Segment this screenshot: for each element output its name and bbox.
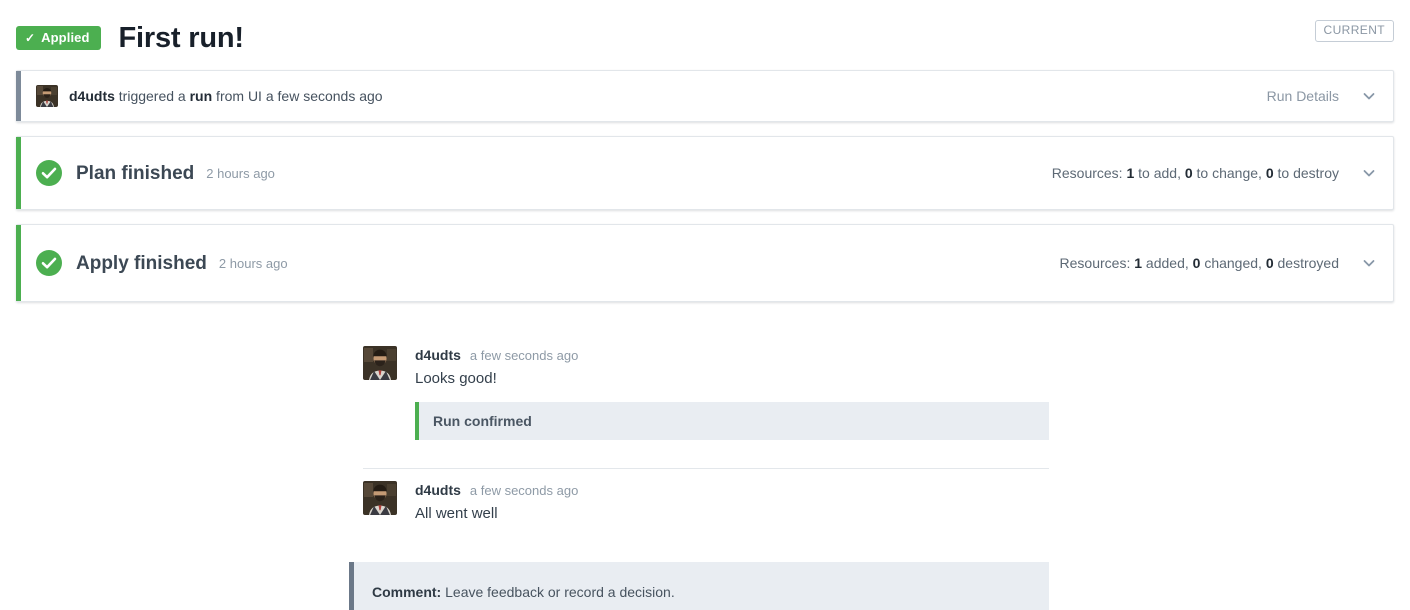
run-trigger-info: d4udts triggered a run from UI a few sec… (36, 85, 1267, 107)
stage-card-plan[interactable]: Plan finished 2 hours ago Resources: 1 t… (16, 136, 1394, 210)
page-header: ✓ Applied First run! CURRENT (0, 0, 1410, 62)
comment-body: Looks good! (415, 369, 1049, 389)
resources-add-text: to add, (1134, 165, 1181, 181)
stage-card-apply[interactable]: Apply finished 2 hours ago Resources: 1 … (16, 224, 1394, 302)
resources-added-text: added, (1142, 255, 1189, 271)
resources-change-count: 0 (1185, 165, 1193, 181)
resources-destroy-text: to destroy (1274, 165, 1339, 181)
comment-body: All went well (415, 504, 1049, 524)
resources-changed-text: changed, (1200, 255, 1262, 271)
run-action: run (190, 88, 213, 104)
comment-author: d4udts (415, 483, 461, 498)
run-trigger-card[interactable]: d4udts triggered a run from UI a few sec… (16, 70, 1394, 122)
user-avatar (363, 481, 397, 515)
run-details-link[interactable]: Run Details (1267, 88, 1339, 104)
comment-timeline: d4udts a few seconds ago Looks good! Run… (363, 346, 1049, 538)
comment-header: d4udts a few seconds ago (415, 346, 1049, 363)
current-chip: CURRENT (1315, 20, 1394, 42)
check-icon: ✓ (25, 32, 35, 44)
chevron-down-icon[interactable] (1361, 255, 1377, 271)
add-comment-panel: Comment: Leave feedback or record a deci… (349, 562, 1049, 610)
run-text-before: triggered a (115, 88, 190, 104)
comment-item: d4udts a few seconds ago All went well (363, 469, 1049, 539)
resources-destroyed-text: destroyed (1274, 255, 1339, 271)
chevron-down-icon[interactable] (1361, 88, 1377, 104)
comment-prompt-text: Leave feedback or record a decision. (445, 584, 675, 600)
run-actor: d4udts (69, 88, 115, 104)
run-trigger-text: d4udts triggered a run from UI a few sec… (69, 88, 383, 105)
comment-prompt-label: Comment: (372, 584, 441, 600)
resources-summary: Resources: 1 added, 0 changed, 0 destroy… (1060, 255, 1339, 271)
resources-label: Resources: (1060, 255, 1131, 271)
check-circle-icon (36, 250, 62, 276)
run-cards-list: d4udts triggered a run from UI a few sec… (0, 62, 1410, 302)
stage-title: Apply finished (76, 254, 207, 273)
status-badge: ✓ Applied (16, 26, 101, 50)
resources-change-text: to change, (1193, 165, 1262, 181)
comment-author: d4udts (415, 348, 461, 363)
chevron-down-icon[interactable] (1361, 165, 1377, 181)
check-circle-icon (36, 160, 62, 186)
resources-label: Resources: (1052, 165, 1123, 181)
comment-item: d4udts a few seconds ago Looks good! Run… (363, 346, 1049, 454)
stage-apply-summary: Resources: 1 added, 0 changed, 0 destroy… (1060, 255, 1377, 271)
comment-timestamp: a few seconds ago (470, 484, 578, 498)
user-avatar (363, 346, 397, 380)
run-text-after: from UI a few seconds ago (212, 88, 382, 104)
status-badge-label: Applied (41, 31, 89, 44)
comment-timestamp: a few seconds ago (470, 349, 578, 363)
resources-destroyed-count: 0 (1266, 255, 1274, 271)
run-card-actions: Run Details (1267, 88, 1377, 104)
stage-plan-summary: Resources: 1 to add, 0 to change, 0 to d… (1052, 165, 1377, 181)
page-title: First run! (119, 24, 244, 53)
user-avatar (36, 85, 58, 107)
resources-summary: Resources: 1 to add, 0 to change, 0 to d… (1052, 165, 1339, 181)
run-confirmed-event: Run confirmed (415, 402, 1049, 440)
resources-destroy-count: 0 (1266, 165, 1274, 181)
comment-prompt: Comment: Leave feedback or record a deci… (372, 584, 1031, 601)
comment-header: d4udts a few seconds ago (415, 481, 1049, 498)
stage-title: Plan finished (76, 164, 194, 183)
stage-timestamp: 2 hours ago (219, 256, 288, 271)
resources-added-count: 1 (1134, 255, 1142, 271)
stage-apply-info: Apply finished 2 hours ago (36, 250, 1060, 276)
stage-plan-info: Plan finished 2 hours ago (36, 160, 1052, 186)
stage-timestamp: 2 hours ago (206, 166, 275, 181)
